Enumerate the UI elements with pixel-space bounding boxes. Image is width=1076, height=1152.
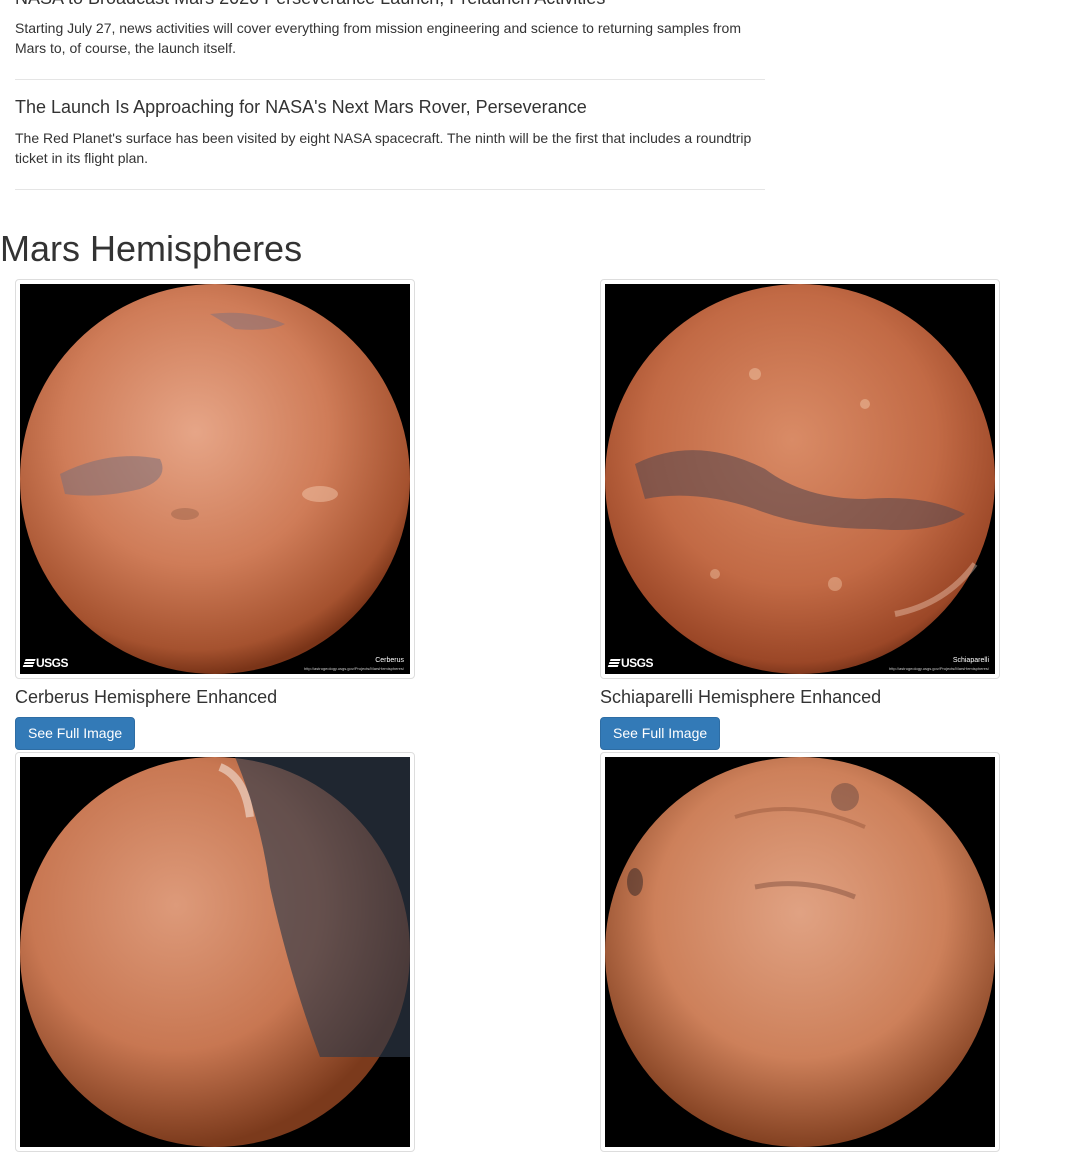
mars-image: USGS Cerberus http://astrogeology.usgs.g… bbox=[20, 284, 410, 674]
usgs-logo: USGS bbox=[607, 656, 654, 670]
image-caption-tag: Schiaparelli bbox=[952, 657, 989, 664]
news-title[interactable]: NASA to Broadcast Mars 2020 Perseverance… bbox=[15, 0, 605, 9]
image-url-tag: http://astrogeology.usgs.gov/Projects/Ma… bbox=[889, 666, 989, 671]
usgs-logo: USGS bbox=[22, 656, 69, 670]
hemisphere-thumbnail[interactable] bbox=[600, 752, 1000, 1152]
news-title[interactable]: The Launch Is Approaching for NASA's Nex… bbox=[15, 97, 587, 118]
see-full-image-button[interactable]: See Full Image bbox=[600, 717, 721, 750]
news-teaser: The Red Planet's surface has been visite… bbox=[15, 130, 752, 166]
mars-image: USGS Schiaparelli http://astrogeology.us… bbox=[605, 284, 995, 674]
image-caption-tag: Cerberus bbox=[375, 657, 404, 664]
hemisphere-thumbnail[interactable]: USGS Cerberus http://astrogeology.usgs.g… bbox=[15, 279, 415, 679]
mars-image bbox=[605, 757, 995, 1147]
news-item: NASA to Broadcast Mars 2020 Perseverance… bbox=[15, 0, 765, 80]
hemisphere-thumbnail[interactable]: USGS Schiaparelli http://astrogeology.us… bbox=[600, 279, 1000, 679]
see-full-image-button[interactable]: See Full Image bbox=[15, 717, 136, 750]
image-url-tag: http://astrogeology.usgs.gov/Projects/Ma… bbox=[304, 666, 404, 671]
hemisphere-title: Cerberus Hemisphere Enhanced bbox=[15, 687, 278, 707]
news-teaser: Starting July 27, news activities will c… bbox=[15, 20, 741, 56]
mars-image bbox=[20, 757, 410, 1147]
hemisphere-thumbnail[interactable] bbox=[15, 752, 415, 1152]
hemisphere-title: Schiaparelli Hemisphere Enhanced bbox=[600, 687, 882, 707]
news-item: The Launch Is Approaching for NASA's Nex… bbox=[15, 97, 765, 190]
hemispheres-heading: Mars Hemispheres bbox=[0, 228, 303, 269]
